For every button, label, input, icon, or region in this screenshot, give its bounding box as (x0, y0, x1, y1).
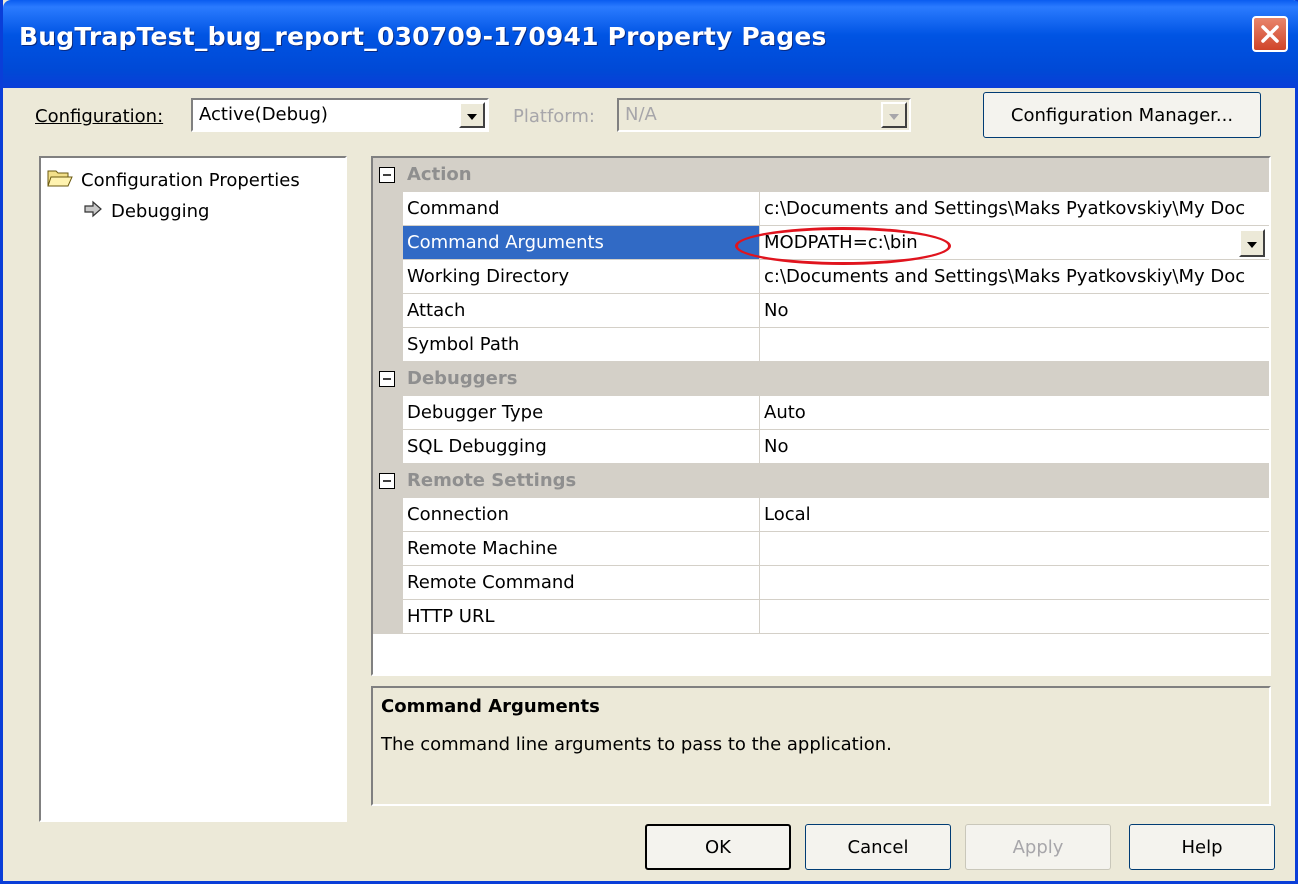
collapse-icon[interactable] (379, 473, 395, 489)
row-gutter (373, 294, 403, 328)
property-row-command[interactable]: Command c:\Documents and Settings\Maks P… (373, 192, 1269, 226)
row-gutter (373, 498, 403, 532)
category-label: Action (407, 164, 472, 185)
row-gutter (373, 396, 403, 430)
ok-button[interactable]: OK (645, 824, 791, 870)
property-name: Attach (403, 294, 759, 328)
row-gutter (373, 260, 403, 294)
apply-button: Apply (965, 824, 1111, 870)
chevron-down-icon (888, 105, 900, 126)
category-tree: Configuration Properties Debugging (39, 156, 347, 822)
property-value[interactable]: c:\Documents and Settings\Maks Pyatkovsk… (759, 192, 1269, 226)
category-label: Debuggers (407, 368, 518, 389)
property-name: Command (403, 192, 759, 226)
configuration-manager-button[interactable]: Configuration Manager... (983, 92, 1261, 138)
category-label: Remote Settings (407, 470, 577, 491)
property-name: HTTP URL (403, 600, 759, 634)
highlight-annotation (735, 227, 951, 265)
property-name: Working Directory (403, 260, 759, 294)
row-gutter (373, 532, 403, 566)
property-name: Remote Machine (403, 532, 759, 566)
property-grid: Action Command c:\Documents and Settings… (371, 156, 1271, 676)
property-value[interactable] (759, 328, 1269, 362)
property-pages-dialog: BugTrapTest_bug_report_030709-170941 Pro… (0, 0, 1298, 884)
row-gutter (373, 328, 403, 362)
tree-item-configuration-properties[interactable]: Configuration Properties (47, 168, 300, 193)
configuration-value: Active(Debug) (199, 104, 328, 125)
row-gutter (373, 192, 403, 226)
platform-value: N/A (625, 104, 657, 125)
property-name: Command Arguments (403, 226, 759, 260)
tree-item-label: Debugging (111, 201, 210, 222)
property-value[interactable] (759, 532, 1269, 566)
category-debuggers[interactable]: Debuggers (373, 362, 1269, 396)
row-gutter (373, 566, 403, 600)
row-gutter (373, 600, 403, 634)
description-title: Command Arguments (381, 696, 600, 717)
platform-label: Platform: (513, 106, 595, 127)
property-row-remote-machine[interactable]: Remote Machine (373, 532, 1269, 566)
close-button[interactable] (1252, 16, 1288, 52)
property-name: Debugger Type (403, 396, 759, 430)
platform-dropdown-button (881, 102, 907, 128)
cancel-button[interactable]: Cancel (805, 824, 951, 870)
configuration-dropdown-button[interactable] (459, 102, 485, 128)
tree-item-label: Configuration Properties (81, 170, 300, 191)
property-value[interactable] (759, 600, 1269, 634)
title-bar[interactable]: BugTrapTest_bug_report_030709-170941 Pro… (3, 0, 1298, 88)
property-name: SQL Debugging (403, 430, 759, 464)
property-row-connection[interactable]: Connection Local (373, 498, 1269, 532)
chevron-down-icon (466, 105, 478, 126)
configuration-label-text: Configuration: (35, 106, 164, 127)
row-gutter (373, 226, 403, 260)
property-value[interactable]: Local (759, 498, 1269, 532)
folder-open-icon (47, 168, 73, 193)
property-row-symbol-path[interactable]: Symbol Path (373, 328, 1269, 362)
property-value[interactable]: c:\Documents and Settings\Maks Pyatkovsk… (759, 260, 1269, 294)
collapse-icon[interactable] (379, 371, 395, 387)
category-remote-settings[interactable]: Remote Settings (373, 464, 1269, 498)
platform-combo: N/A (617, 98, 911, 132)
property-row-working-directory[interactable]: Working Directory c:\Documents and Setti… (373, 260, 1269, 294)
property-row-debugger-type[interactable]: Debugger Type Auto (373, 396, 1269, 430)
description-text: The command line arguments to pass to th… (381, 734, 892, 755)
property-value[interactable] (759, 566, 1269, 600)
tree-item-debugging[interactable]: Debugging (83, 200, 209, 223)
property-row-remote-command[interactable]: Remote Command (373, 566, 1269, 600)
command-arguments-dropdown-button[interactable] (1239, 229, 1265, 257)
property-row-attach[interactable]: Attach No (373, 294, 1269, 328)
chevron-down-icon (1246, 233, 1258, 254)
window-title: BugTrapTest_bug_report_030709-170941 Pro… (19, 22, 827, 51)
property-row-http-url[interactable]: HTTP URL (373, 600, 1269, 634)
property-value[interactable]: No (759, 430, 1269, 464)
arrow-right-icon (83, 200, 103, 223)
row-gutter (373, 430, 403, 464)
property-value[interactable]: Auto (759, 396, 1269, 430)
collapse-icon[interactable] (379, 167, 395, 183)
description-pane: Command Arguments The command line argum… (371, 686, 1271, 806)
configuration-combo[interactable]: Active(Debug) (191, 98, 489, 132)
close-icon (1260, 24, 1280, 44)
help-button[interactable]: Help (1129, 824, 1275, 870)
category-action[interactable]: Action (373, 158, 1269, 192)
configuration-label: Configuration: (35, 106, 163, 127)
property-row-sql-debugging[interactable]: SQL Debugging No (373, 430, 1269, 464)
property-value[interactable]: No (759, 294, 1269, 328)
property-name: Connection (403, 498, 759, 532)
property-name: Symbol Path (403, 328, 759, 362)
property-name: Remote Command (403, 566, 759, 600)
